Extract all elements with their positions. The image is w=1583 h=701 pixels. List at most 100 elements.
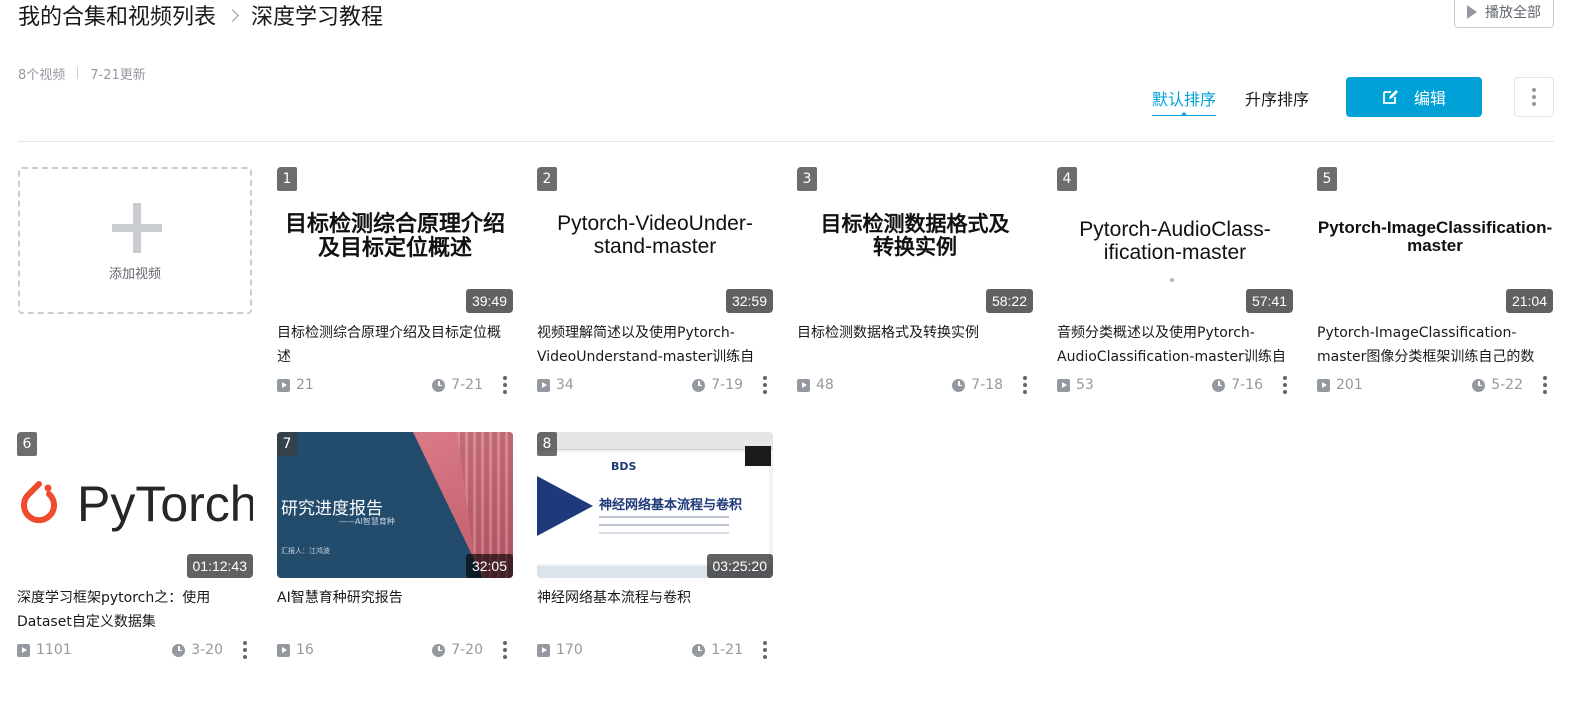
video-thumbnail[interactable]: 6 PyTorch 01:12:43	[17, 432, 253, 578]
video-duration: 03:25:20	[706, 554, 773, 578]
breadcrumb-root[interactable]: 我的合集和视频列表	[18, 0, 216, 31]
video-title[interactable]: 目标检测数据格式及转换实例	[797, 321, 1033, 369]
video-card: 8 BDS 神经网络基本流程与卷积 03:25:20 神经网络基本流程与卷积 1…	[537, 432, 773, 668]
updated-date: 7-21更新	[90, 67, 146, 83]
sort-ascending-tab[interactable]: 升序排序	[1245, 86, 1309, 109]
video-more-button[interactable]	[497, 375, 513, 395]
play-count: 34	[556, 377, 574, 393]
play-count: 16	[296, 642, 314, 658]
breadcrumb: 我的合集和视频列表 深度学习教程	[18, 0, 383, 30]
video-card: 7 研究进度报告 ——AI智慧育种 汇报人：江鸿波 32:05 AI智慧育种研究…	[277, 432, 513, 668]
play-count-icon	[17, 643, 30, 657]
publish-date: 1-21	[711, 642, 743, 658]
clock-icon	[952, 378, 966, 392]
video-card: 2 Pytorch-VideoUnder-stand-master 32:59 …	[537, 167, 773, 403]
publish-date: 7-16	[1231, 377, 1263, 393]
more-options-button[interactable]	[1514, 77, 1554, 117]
video-more-button[interactable]	[757, 640, 773, 660]
video-thumbnail[interactable]: 2 Pytorch-VideoUnder-stand-master 32:59	[537, 167, 773, 313]
clock-icon	[172, 643, 186, 657]
video-duration: 58:22	[985, 289, 1033, 313]
video-thumbnail[interactable]: 5 Pytorch-ImageClassification-master 21:…	[1317, 167, 1553, 313]
video-stats: 53 7-16	[1057, 375, 1293, 395]
video-title[interactable]: 神经网络基本流程与卷积	[537, 586, 773, 634]
thumbnail-text: 目标检测综合原理介绍及目标定位概述	[284, 212, 505, 261]
collection-meta: 8个视频 7-21更新	[18, 64, 146, 83]
more-icon	[1532, 88, 1536, 92]
publish-date: 7-18	[971, 377, 1003, 393]
flame-icon	[21, 481, 57, 524]
publish-date: 7-19	[711, 377, 743, 393]
play-icon	[1467, 5, 1477, 19]
page-title: 深度学习教程	[251, 5, 384, 30]
clock-icon	[1472, 378, 1486, 392]
video-thumbnail[interactable]: 7 研究进度报告 ——AI智慧育种 汇报人：江鸿波 32:05	[277, 432, 513, 578]
thumbnail-text: Pytorch-ImageClassification-master	[1317, 218, 1553, 256]
video-thumbnail[interactable]: 3 目标检测数据格式及转换实例 58:22	[797, 167, 1033, 313]
play-all-label: 播放全部	[1485, 5, 1541, 21]
video-title[interactable]: Pytorch-ImageClassification-master图像分类框架…	[1317, 321, 1553, 369]
thumbnail-presenter: 汇报人：江鸿波	[281, 547, 330, 555]
video-duration: 39:49	[465, 289, 513, 313]
video-title[interactable]: 视频理解简述以及使用Pytorch-VideoUnderstand-master…	[537, 321, 773, 369]
video-thumbnail[interactable]: 1 目标检测综合原理介绍及目标定位概述 39:49	[277, 167, 513, 313]
play-count-icon	[1057, 378, 1070, 392]
play-count-icon	[277, 378, 290, 392]
edit-label: 编辑	[1413, 89, 1446, 108]
video-stats: 1101 3-20	[17, 640, 253, 660]
video-thumbnail[interactable]: 4 Pytorch-AudioClass-ification-master 。 …	[1057, 167, 1293, 313]
thumbnail-text: Pytorch-AudioClass-ification-master	[1079, 218, 1271, 264]
publish-date: 3-20	[191, 642, 223, 658]
plus-icon	[112, 203, 162, 253]
thumbnail-text: 目标检测数据格式及转换实例	[820, 212, 1010, 259]
play-count: 53	[1076, 377, 1094, 393]
video-stats: 16 7-20	[277, 640, 513, 660]
play-count-icon	[537, 643, 550, 657]
video-title[interactable]: 目标检测综合原理介绍及目标定位概述	[277, 321, 513, 369]
add-video-label: 添加视频	[108, 267, 161, 282]
play-count: 48	[816, 377, 834, 393]
thumbnail-text: PyTorch	[77, 476, 253, 532]
thumbnail-text: Pytorch-VideoUnder-stand-master	[557, 212, 753, 258]
video-card: 5 Pytorch-ImageClassification-master 21:…	[1317, 167, 1553, 403]
video-title[interactable]: 深度学习框架pytorch之：使用Dataset自定义数据集	[17, 586, 253, 634]
video-more-button[interactable]	[757, 375, 773, 395]
clock-icon	[1212, 378, 1226, 392]
video-more-button[interactable]	[1537, 375, 1553, 395]
video-duration: 57:41	[1245, 289, 1293, 313]
play-all-button[interactable]: 播放全部	[1454, 0, 1554, 28]
edit-button[interactable]: 编辑	[1346, 77, 1482, 117]
video-index: 4	[1057, 167, 1077, 191]
publish-date: 5-22	[1491, 377, 1523, 393]
more-icon-dot	[1532, 102, 1536, 106]
header-divider	[18, 141, 1554, 142]
video-more-button[interactable]	[1017, 375, 1033, 395]
video-more-button[interactable]	[237, 640, 253, 660]
video-index: 7	[277, 432, 297, 456]
thumbnail-text: 神经网络基本流程与卷积	[599, 498, 743, 513]
clock-icon	[692, 643, 706, 657]
slide-text-lines	[599, 516, 729, 518]
video-stats: 170 1-21	[537, 640, 773, 660]
edit-icon	[1383, 90, 1398, 104]
meta-divider	[77, 67, 79, 79]
slide-logo: BDS	[611, 460, 637, 473]
pytorch-logo: PyTorch	[17, 476, 253, 536]
clock-icon	[432, 378, 446, 392]
sort-default-tab[interactable]: 默认排序	[1152, 86, 1217, 116]
video-title[interactable]: AI智慧育种研究报告	[277, 586, 513, 634]
video-title[interactable]: 音频分类概述以及使用Pytorch-AudioClassification-ma…	[1057, 321, 1293, 369]
video-stats: 201 5-22	[1317, 375, 1553, 395]
video-index: 5	[1317, 167, 1337, 191]
video-duration: 21:04	[1505, 289, 1553, 313]
video-more-button[interactable]	[1277, 375, 1293, 395]
video-more-button[interactable]	[497, 640, 513, 660]
video-duration: 32:05	[465, 554, 513, 578]
video-index: 8	[537, 432, 557, 456]
thumbnail-subtext: 。	[1170, 273, 1180, 284]
video-thumbnail[interactable]: 8 BDS 神经网络基本流程与卷积 03:25:20	[537, 432, 773, 578]
add-video-button[interactable]: 添加视频	[18, 167, 252, 314]
play-count: 201	[1336, 377, 1363, 393]
video-card: 6 PyTorch 01:12:43 深度学习框架pytorch之：使用Data…	[17, 432, 253, 668]
video-count: 8个视频	[18, 67, 66, 83]
